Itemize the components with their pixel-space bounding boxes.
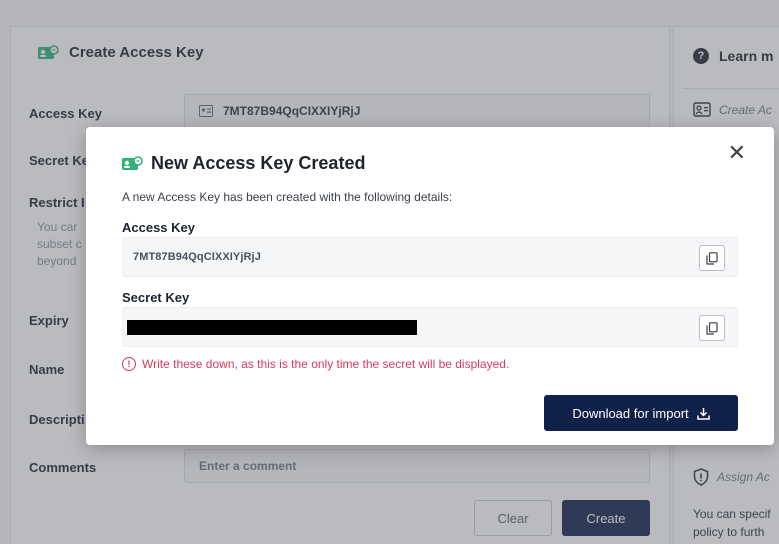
dialog-title: New Access Key Created [121,153,365,174]
secret-warning: ! Write these down, as this is the only … [122,357,509,371]
download-icon [696,407,710,420]
dialog-access-key-label: Access Key [122,220,195,235]
access-key-created-dialog: ✕ New Access Key Created A new Access Ke… [86,127,774,445]
close-icon[interactable]: ✕ [728,142,746,164]
dialog-secret-key-field [122,307,738,347]
dialog-secret-key-label: Secret Key [122,290,190,305]
dialog-access-key-field: 7MT87B94QqCIXXIYjRjJ [122,237,738,277]
dialog-access-key-value: 7MT87B94QqCIXXIYjRjJ [133,251,261,263]
copy-access-key-button[interactable] [699,245,725,271]
redacted-secret-key [127,319,417,335]
warning-icon: ! [122,357,136,371]
download-label: Download for import [572,405,689,421]
download-for-import-button[interactable]: Download for import [544,395,738,431]
copy-secret-key-button[interactable] [699,315,725,341]
dialog-title-text: New Access Key Created [151,153,366,173]
copy-icon [706,251,718,265]
dialog-description: A new Access Key has been created with t… [122,190,453,204]
copy-icon [706,321,718,335]
warning-text: Write these down, as this is the only ti… [142,357,510,371]
access-key-icon [121,155,143,172]
